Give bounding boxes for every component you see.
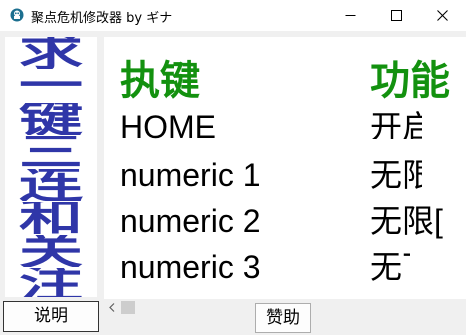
banner-char: 键 [19,103,83,135]
banner-char: 求 [19,37,83,69]
function-cell: 开启 [370,109,422,139]
minimize-icon [345,15,356,16]
hotkey-cell: numeric 3 [120,249,261,285]
scroll-left-button[interactable] [104,299,121,316]
function-cell: 无下 [370,249,410,285]
chevron-left-icon [109,303,115,312]
banner-char: 和 [19,202,83,234]
hotkey-cell: numeric 2 [120,203,261,239]
title-bar: 聚点危机修改器 by ギナ [0,0,466,31]
close-button[interactable] [420,0,466,31]
function-column-header: 功能 [370,58,450,104]
maximize-icon [391,10,402,21]
close-icon [437,10,448,21]
app-icon [10,8,24,22]
help-button[interactable]: 说明 [3,301,99,332]
maximize-button[interactable] [374,0,420,31]
donate-button[interactable]: 赞助 [255,303,311,333]
side-banner: 求 一 键 三 连 和 关 注 [5,37,97,297]
function-cell: 无限 [370,157,422,193]
banner-char: 关 [19,235,83,267]
banner-char: 三 [19,136,83,168]
hotkey-cell: HOME [120,109,216,139]
function-cell: 无限[ [370,203,443,239]
banner-char: 注 [19,268,83,297]
hotkey-table: 执键 功能 HOME 开启 numeric 1 无限 numeric 2 无限[… [104,37,466,299]
hotkey-column-header: 执键 [120,58,200,104]
minimize-button[interactable] [328,0,374,31]
scrollbar-thumb[interactable] [121,301,135,314]
hotkey-cell: numeric 1 [120,157,261,193]
banner-char: 连 [19,169,83,201]
window-title: 聚点危机修改器 by ギナ [31,11,173,26]
banner-char: 一 [19,70,83,102]
